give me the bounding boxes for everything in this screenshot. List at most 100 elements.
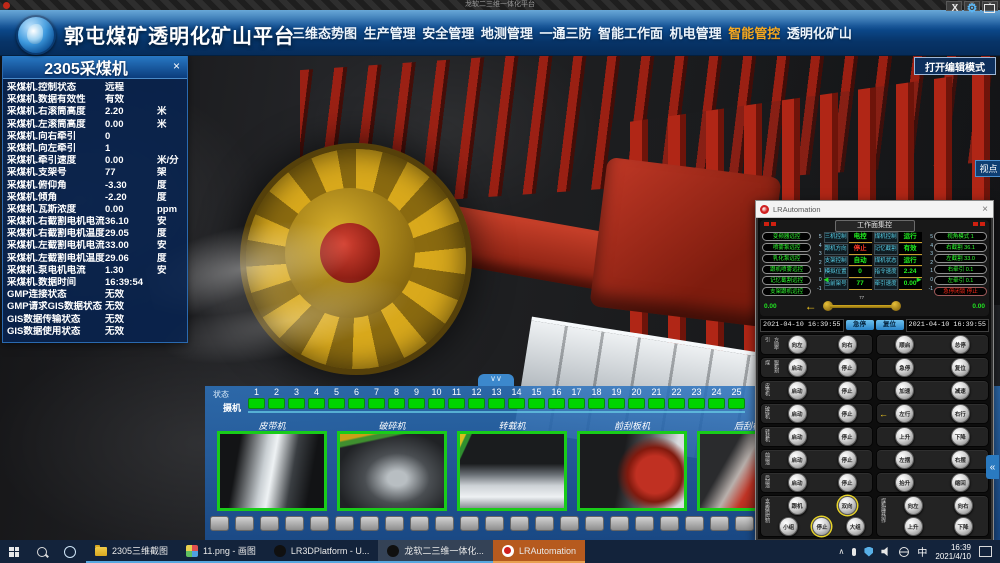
ime-indicator[interactable]: 中 bbox=[917, 544, 927, 559]
control-button[interactable]: 停止 bbox=[838, 473, 857, 492]
control-button[interactable]: 跟机 bbox=[788, 496, 807, 515]
camera-page-tile[interactable] bbox=[435, 516, 454, 531]
camera-cell[interactable]: 20 bbox=[628, 387, 645, 409]
tray-chevron-up-icon[interactable]: ∧ bbox=[839, 547, 845, 556]
control-button[interactable]: 停止 bbox=[838, 450, 857, 469]
nav-item[interactable]: 智能管控 bbox=[728, 23, 780, 42]
control-button[interactable]: 停止 bbox=[838, 358, 857, 377]
camera-cell[interactable]: 4 bbox=[308, 387, 325, 409]
control-button[interactable]: 启动 bbox=[788, 473, 807, 492]
control-button[interactable]: 小组 bbox=[779, 517, 798, 536]
strip-collapse-chevron-icon[interactable]: ∨∨ bbox=[478, 374, 514, 386]
camera-page-tile[interactable] bbox=[560, 516, 579, 531]
camera-cell[interactable]: 11 bbox=[448, 387, 465, 409]
camera-thumbnail[interactable] bbox=[577, 431, 687, 511]
control-button[interactable]: 下降 bbox=[954, 517, 973, 536]
camera-page-tile[interactable] bbox=[710, 516, 729, 531]
camera-cell[interactable]: 1 bbox=[248, 387, 265, 409]
camera-cell[interactable]: 18 bbox=[588, 387, 605, 409]
camera-thumbnail[interactable] bbox=[457, 431, 567, 511]
camera-page-tile[interactable] bbox=[735, 516, 754, 531]
control-button[interactable]: 减速 bbox=[951, 381, 970, 400]
camera-cell[interactable]: 22 bbox=[668, 387, 685, 409]
camera-thumbnail[interactable] bbox=[337, 431, 447, 511]
camera-page-tile[interactable] bbox=[535, 516, 554, 531]
control-button[interactable]: 总停 bbox=[951, 335, 970, 354]
open-edit-mode-button[interactable]: 打开编辑模式 bbox=[914, 57, 996, 75]
camera-cell[interactable]: 16 bbox=[548, 387, 565, 409]
camera-page-tile[interactable] bbox=[410, 516, 429, 531]
control-button[interactable]: 启动 bbox=[788, 450, 807, 469]
camera-cell[interactable]: 17 bbox=[568, 387, 585, 409]
camera-thumbnail[interactable] bbox=[217, 431, 327, 511]
camera-cell[interactable]: 25 bbox=[728, 387, 745, 409]
control-button[interactable]: 右行 bbox=[951, 404, 970, 423]
remote-control-button[interactable]: 跟机喷雾远控 bbox=[762, 265, 811, 274]
cortana-button[interactable] bbox=[56, 540, 84, 563]
nav-item[interactable]: 智能工作面 bbox=[598, 23, 663, 42]
remote-control-button[interactable]: 变频器远控 bbox=[762, 232, 811, 241]
camera-cell[interactable]: 19 bbox=[608, 387, 625, 409]
network-globe-icon[interactable] bbox=[899, 547, 909, 557]
camera-cell[interactable]: 8 bbox=[388, 387, 405, 409]
camera-page-tile[interactable] bbox=[235, 516, 254, 531]
control-button[interactable]: 停止 bbox=[838, 381, 857, 400]
control-button[interactable]: 启动 bbox=[788, 404, 807, 423]
panel-collapse-chevron-icon[interactable]: « bbox=[986, 455, 999, 479]
control-button[interactable]: 上升 bbox=[895, 427, 914, 446]
camera-cell[interactable]: 23 bbox=[688, 387, 705, 409]
camera-cell[interactable]: 21 bbox=[648, 387, 665, 409]
window-titlebar[interactable]: 龙软二三维一体化平台 bbox=[0, 0, 1000, 10]
camera-cell[interactable]: 5 bbox=[328, 387, 345, 409]
camera-cell[interactable]: 15 bbox=[528, 387, 545, 409]
close-icon[interactable]: × bbox=[169, 59, 184, 74]
camera-page-tile[interactable] bbox=[485, 516, 504, 531]
control-button[interactable]: 停止 bbox=[812, 517, 831, 536]
remote-control-button[interactable]: 支架跟机远控 bbox=[762, 287, 811, 296]
taskbar-task[interactable]: 2305三维截图 bbox=[86, 540, 177, 563]
camera-cell[interactable]: 9 bbox=[408, 387, 425, 409]
camera-page-tile[interactable] bbox=[635, 516, 654, 531]
control-button[interactable]: 向右 bbox=[954, 496, 973, 515]
status-button[interactable]: 右牵引 0.1 bbox=[934, 265, 987, 274]
remote-control-button[interactable]: 喷雾泵远控 bbox=[762, 243, 811, 252]
camera-page-tile[interactable] bbox=[685, 516, 704, 531]
camera-cell[interactable]: 12 bbox=[468, 387, 485, 409]
camera-cell[interactable]: 6 bbox=[348, 387, 365, 409]
camera-page-tile[interactable] bbox=[510, 516, 529, 531]
control-button[interactable]: 右摆 bbox=[951, 450, 970, 469]
control-button[interactable]: 向左 bbox=[904, 496, 923, 515]
camera-cell[interactable]: 14 bbox=[508, 387, 525, 409]
nav-item[interactable]: 地测管理 bbox=[481, 23, 533, 42]
estop-blue-button[interactable]: 急停 bbox=[846, 320, 874, 330]
control-button[interactable]: 左摆 bbox=[895, 450, 914, 469]
control-button[interactable]: 向右 bbox=[838, 335, 857, 354]
camera-cell[interactable]: 10 bbox=[428, 387, 445, 409]
control-button[interactable]: 复位 bbox=[951, 358, 970, 377]
nav-item[interactable]: 机电管理 bbox=[670, 23, 722, 42]
nav-item[interactable]: 生产管理 bbox=[364, 23, 416, 42]
viewpoint-tab[interactable]: 视点 bbox=[975, 160, 1000, 177]
camera-page-tile[interactable] bbox=[610, 516, 629, 531]
speaker-icon[interactable] bbox=[881, 547, 891, 557]
control-button[interactable]: 停止 bbox=[838, 427, 857, 446]
lrautomation-close-icon[interactable]: × bbox=[982, 204, 993, 215]
control-button[interactable]: 大组 bbox=[846, 517, 865, 536]
control-button[interactable]: 急停 bbox=[895, 358, 914, 377]
camera-page-tile[interactable] bbox=[385, 516, 404, 531]
control-button[interactable]: 下降 bbox=[951, 427, 970, 446]
taskbar-task[interactable]: 龙软二三维一体化... bbox=[378, 540, 493, 563]
control-button[interactable]: 启动 bbox=[788, 381, 807, 400]
camera-page-tile[interactable] bbox=[285, 516, 304, 531]
camera-page-tile[interactable] bbox=[460, 516, 479, 531]
microphone-icon[interactable] bbox=[852, 548, 856, 556]
nav-item[interactable]: 透明化矿山 bbox=[787, 23, 852, 42]
status-button[interactable]: 视角模式 1 bbox=[934, 232, 987, 241]
tools-icon[interactable]: X bbox=[948, 1, 962, 15]
control-button[interactable]: 加速 bbox=[895, 381, 914, 400]
control-button[interactable]: 抬升 bbox=[895, 473, 914, 492]
control-button[interactable]: 顺启 bbox=[895, 335, 914, 354]
camera-page-tile[interactable] bbox=[310, 516, 329, 531]
control-button[interactable]: 双向 bbox=[838, 496, 857, 515]
camera-page-tile[interactable] bbox=[210, 516, 229, 531]
